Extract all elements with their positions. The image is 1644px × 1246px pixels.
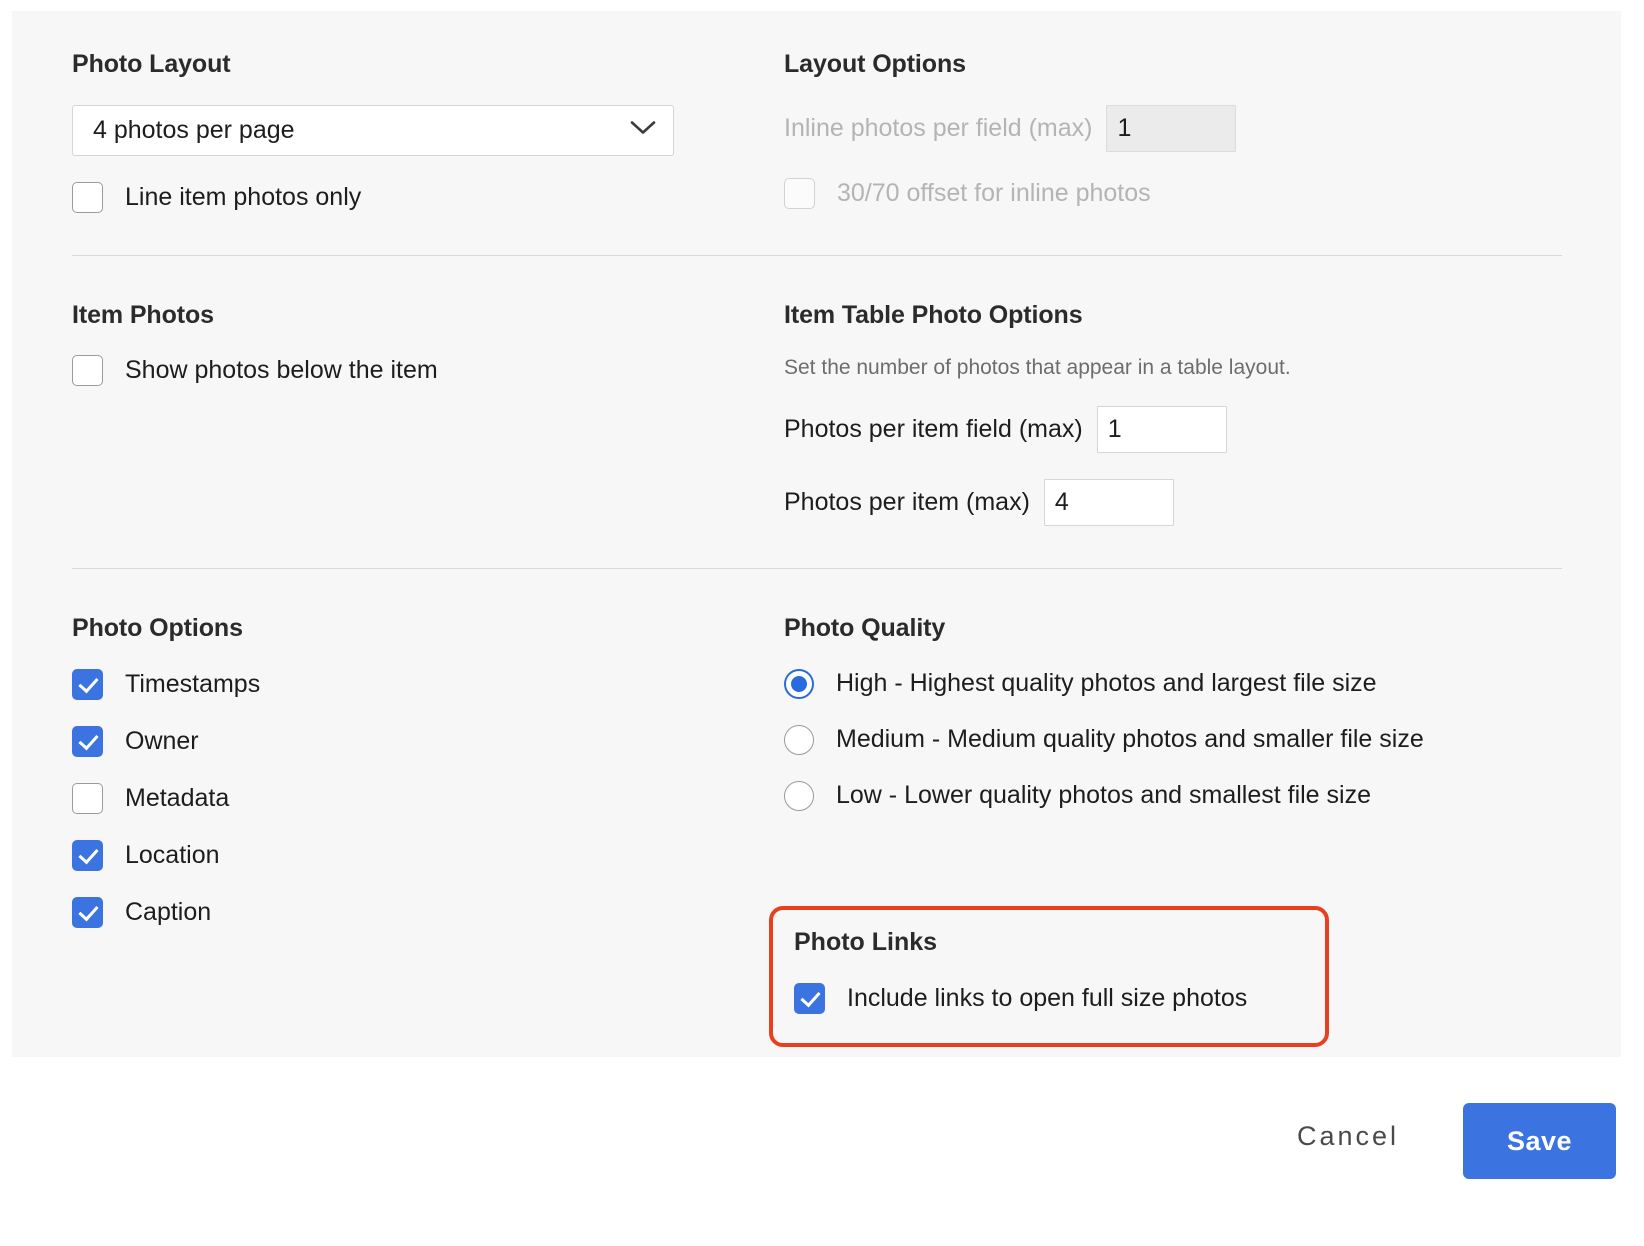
settings-panel: Photo Layout 4 photos per page	[12, 11, 1621, 1057]
photo-option-metadata-label: Metadata	[125, 786, 229, 811]
photo-quality-medium-row[interactable]: Medium - Medium quality photos and small…	[784, 725, 1562, 755]
photo-option-timestamps-label: Timestamps	[125, 672, 260, 697]
photo-links-section: Photo Links Include links to open full s…	[794, 929, 1314, 1014]
row-layout: Photo Layout 4 photos per page	[72, 51, 1562, 213]
photo-layout-title: Photo Layout	[72, 51, 784, 79]
cancel-button[interactable]: Cancel	[1277, 1103, 1419, 1170]
row-item-photos: Item Photos Show photos below the item I…	[72, 302, 1562, 527]
line-item-photos-only-row[interactable]: Line item photos only	[72, 182, 784, 213]
photo-option-location-label: Location	[125, 843, 220, 868]
line-item-photos-only-label: Line item photos only	[125, 185, 361, 210]
photo-options-title: Photo Options	[72, 615, 784, 643]
photo-links-title: Photo Links	[794, 929, 1314, 957]
photo-quality-high-row[interactable]: High - Highest quality photos and larges…	[784, 669, 1562, 699]
photo-quality-low-radio[interactable]	[784, 781, 814, 811]
offset-inline-photos-row: 30/70 offset for inline photos	[784, 178, 1562, 209]
spacer-3	[72, 526, 1562, 568]
layout-options-title: Layout Options	[784, 51, 1562, 79]
layout-options-section: Layout Options Inline photos per field (…	[784, 51, 1562, 213]
show-photos-below-item-checkbox[interactable]	[72, 355, 103, 386]
photo-quality-medium-label: Medium - Medium quality photos and small…	[836, 727, 1424, 752]
spacer-2	[72, 256, 1562, 302]
item-table-photo-options-section: Item Table Photo Options Set the number …	[784, 302, 1562, 527]
photo-links-include-label: Include links to open full size photos	[847, 986, 1247, 1011]
photo-quality-low-row[interactable]: Low - Lower quality photos and smallest …	[784, 781, 1562, 811]
photo-layout-select-value: 4 photos per page	[93, 116, 295, 145]
row-photo-options: Photo Options Timestamps Owner Metadata	[72, 615, 1562, 928]
photo-layout-section: Photo Layout 4 photos per page	[72, 51, 784, 213]
spacer-1	[72, 213, 1562, 255]
item-table-photo-options-title: Item Table Photo Options	[784, 302, 1562, 330]
photo-option-metadata-row[interactable]: Metadata	[72, 783, 784, 814]
photo-option-caption-row[interactable]: Caption	[72, 897, 784, 928]
photo-settings-dialog: Photo Layout 4 photos per page	[0, 0, 1644, 1246]
photo-quality-low-label: Low - Lower quality photos and smallest …	[836, 783, 1371, 808]
photo-layout-select[interactable]: 4 photos per page	[72, 105, 674, 156]
photo-quality-high-label: High - Highest quality photos and larges…	[836, 671, 1377, 696]
photos-per-item-label: Photos per item (max)	[784, 490, 1030, 515]
settings-grid: Photo Layout 4 photos per page	[72, 51, 1562, 928]
photo-option-caption-label: Caption	[125, 900, 211, 925]
photo-quality-title: Photo Quality	[784, 615, 1562, 643]
photo-links-include-checkbox[interactable]	[794, 983, 825, 1014]
photo-option-location-checkbox[interactable]	[72, 840, 103, 871]
photo-links-include-row[interactable]: Include links to open full size photos	[794, 983, 1314, 1014]
item-photos-section: Item Photos Show photos below the item	[72, 302, 784, 527]
spacer-4	[72, 569, 1562, 615]
dialog-footer: Cancel Save	[0, 1057, 1644, 1246]
photo-option-caption-checkbox[interactable]	[72, 897, 103, 928]
inline-photos-per-field-row: Inline photos per field (max)	[784, 105, 1562, 152]
offset-inline-photos-label: 30/70 offset for inline photos	[837, 181, 1151, 206]
photo-option-owner-label: Owner	[125, 729, 199, 754]
photo-quality-medium-radio[interactable]	[784, 725, 814, 755]
save-button[interactable]: Save	[1463, 1103, 1616, 1179]
photo-layout-select-wrap: 4 photos per page	[72, 105, 674, 156]
photo-quality-high-radio[interactable]	[784, 669, 814, 699]
photos-per-item-field-input[interactable]	[1097, 406, 1227, 453]
photos-per-item-field-label: Photos per item field (max)	[784, 417, 1083, 442]
photo-option-timestamps-checkbox[interactable]	[72, 669, 103, 700]
photo-option-metadata-checkbox[interactable]	[72, 783, 103, 814]
photo-option-owner-checkbox[interactable]	[72, 726, 103, 757]
inline-photos-per-field-label: Inline photos per field (max)	[784, 116, 1092, 141]
show-photos-below-item-label: Show photos below the item	[125, 358, 438, 383]
photos-per-item-field-row: Photos per item field (max)	[784, 406, 1562, 453]
line-item-photos-only-checkbox[interactable]	[72, 182, 103, 213]
offset-inline-photos-checkbox	[784, 178, 815, 209]
photo-option-location-row[interactable]: Location	[72, 840, 784, 871]
photos-per-item-row: Photos per item (max)	[784, 479, 1562, 526]
show-photos-below-item-row[interactable]: Show photos below the item	[72, 355, 784, 386]
photo-options-section: Photo Options Timestamps Owner Metadata	[72, 615, 784, 928]
photos-per-item-input[interactable]	[1044, 479, 1174, 526]
item-table-help-text: Set the number of photos that appear in …	[784, 355, 1562, 380]
item-photos-title: Item Photos	[72, 302, 784, 330]
photo-option-owner-row[interactable]: Owner	[72, 726, 784, 757]
photo-option-timestamps-row[interactable]: Timestamps	[72, 669, 784, 700]
inline-photos-per-field-input	[1106, 105, 1236, 152]
photo-quality-section: Photo Quality High - Highest quality pho…	[784, 615, 1562, 928]
